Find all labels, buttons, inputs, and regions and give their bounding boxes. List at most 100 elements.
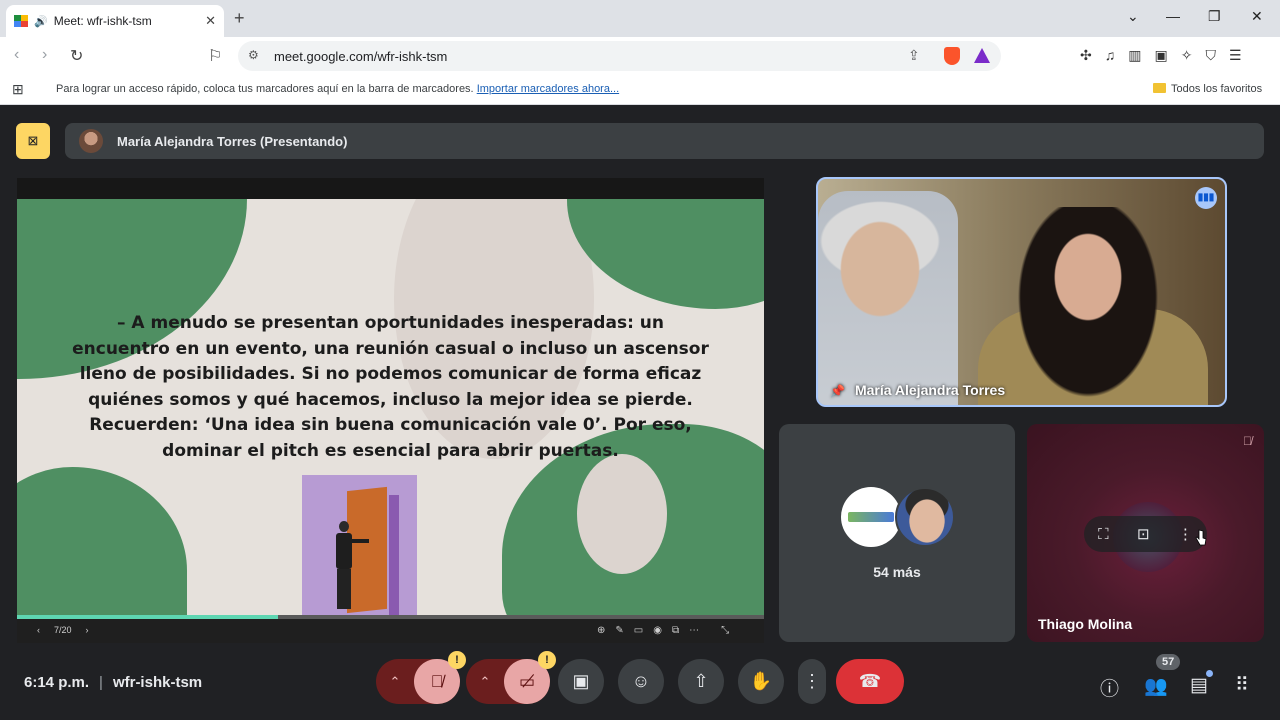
frame-icon[interactable]: ⛶ — [1098, 526, 1109, 543]
meeting-details-icon[interactable]: ⓘ — [1100, 674, 1119, 701]
reload-icon[interactable]: ↻ — [70, 46, 83, 66]
wallet-icon[interactable]: ▣ — [1154, 47, 1167, 64]
presenter-avatar — [79, 129, 103, 153]
brave-rewards-icon[interactable] — [974, 48, 990, 63]
slide-blob — [577, 454, 667, 574]
apps-grid-icon[interactable]: ⊞ — [12, 81, 24, 98]
participant-name: María Alejandra Torres — [854, 382, 1006, 398]
brave-shields-icon[interactable] — [944, 47, 960, 65]
more-options-button[interactable]: ⋮ — [798, 659, 826, 704]
camera-warning-icon: ! — [538, 651, 556, 669]
participant-video-person — [818, 191, 958, 405]
tile-hover-controls: ⛶ ⊡ ⋮ — [1084, 516, 1207, 552]
leo-ai-icon[interactable]: ✧ — [1181, 47, 1193, 64]
exit-fullscreen-icon[interactable]: ⤡ — [721, 625, 729, 636]
call-controls-bar: 6:14 p.m. | wfr-ishk-tsm ⌃ 🎙̸ ! ⌃ ▭̸ ! ▣ ☺… — [0, 650, 1280, 720]
separator: | — [99, 674, 103, 691]
new-tab-button[interactable]: + — [234, 8, 245, 29]
more-participants-label: 54 más — [873, 564, 921, 580]
prev-slide-icon[interactable]: ‹ — [37, 625, 40, 635]
import-bookmarks-link[interactable]: Importar marcadores ahora... — [477, 83, 619, 95]
sidebar-icon[interactable]: ▥ — [1128, 47, 1141, 64]
raise-hand-button[interactable]: ✋ — [738, 659, 784, 704]
emoji-button[interactable]: ☺ — [618, 659, 664, 704]
participant-avatar — [895, 487, 955, 547]
mic-warning-icon: ! — [448, 651, 466, 669]
participant-tile-maria[interactable]: ▮▮▮ 📌 María Alejandra Torres — [816, 177, 1227, 407]
meeting-code: wfr-ishk-tsm — [112, 674, 203, 691]
pin-icon: 📌 — [830, 384, 845, 398]
presenter-bar: María Alejandra Torres (Presentando) — [65, 123, 1264, 159]
clock: 6:14 p.m. — [24, 674, 90, 691]
speaking-indicator-icon: ▮▮▮ — [1195, 187, 1217, 209]
leave-call-button[interactable]: ☎ — [836, 659, 904, 704]
captions-small-icon[interactable]: ▭ — [634, 625, 643, 636]
mic-muted-icon: 🎙̸ — [1243, 434, 1252, 448]
all-bookmarks-button[interactable]: Todos los favoritos — [1153, 83, 1262, 95]
hangup-icon: ☎ — [858, 671, 882, 691]
slide: – A menudo se presentan oportunidades in… — [17, 199, 764, 619]
raise-hand-icon: ✋ — [749, 671, 773, 691]
participants-count-badge: 57 — [1156, 654, 1181, 670]
next-slide-icon[interactable]: › — [86, 625, 89, 635]
activities-icon[interactable]: ⠿ — [1235, 674, 1249, 697]
present-icon: ⇧ — [693, 671, 709, 691]
minimize-icon[interactable]: — — [1166, 8, 1180, 24]
mic-options-chevron-icon[interactable]: ⌃ — [376, 674, 414, 690]
site-info-icon[interactable]: ⚙ — [248, 48, 259, 62]
participant-tile-thiago[interactable]: 🎙̸ ⛶ ⊡ ⋮ Thiago Molina — [1027, 424, 1264, 642]
browser-tab-bar: 🔊 Meet: wfr-ishk-tsm ✕ + ⌄ — ❐ ✕ — [0, 0, 1280, 37]
camera-control: ⌃ ▭̸ ! — [466, 651, 556, 704]
participant-avatar — [841, 487, 901, 547]
slide-blob — [17, 467, 187, 619]
chat-icon[interactable]: ▤ — [1190, 674, 1208, 697]
captions-icon: ▣ — [572, 671, 590, 691]
close-window-icon[interactable]: ✕ — [1251, 8, 1263, 25]
menu-icon[interactable]: ☰ — [1229, 47, 1242, 64]
bookmarks-hint: Para lograr un acceso rápido, coloca tus… — [56, 83, 474, 95]
forward-icon[interactable]: › — [42, 46, 47, 64]
bookmarks-message: Para lograr un acceso rápido, coloca tus… — [56, 83, 619, 95]
present-button[interactable]: ⇧ — [678, 659, 724, 704]
browser-toolbar: ‹ › ↻ ⚐ ⚙ meet.google.com/wfr-ishk-tsm ⇪… — [0, 37, 1280, 75]
restore-icon[interactable]: ❐ — [1208, 8, 1221, 25]
chevron-down-icon[interactable]: ⌄ — [1127, 8, 1139, 25]
close-tab-icon[interactable]: ✕ — [205, 13, 216, 29]
chat-notification-dot — [1206, 670, 1213, 677]
extensions-icon[interactable]: ✣ — [1080, 47, 1092, 64]
participant-video-person — [1008, 207, 1168, 405]
back-icon[interactable]: ‹ — [14, 46, 19, 64]
address-bar[interactable]: ⚙ meet.google.com/wfr-ishk-tsm ⇪ — [238, 41, 1001, 71]
camera-options-chevron-icon[interactable]: ⌃ — [466, 674, 504, 690]
share-icon[interactable]: ⇪ — [908, 47, 920, 64]
presenter-name: María Alejandra Torres (Presentando) — [117, 134, 348, 149]
bookmark-icon[interactable]: ⚐ — [208, 46, 222, 66]
door-illustration-frame — [389, 495, 399, 615]
people-icon[interactable]: 👥 — [1144, 674, 1168, 698]
participant-name: Thiago Molina — [1038, 616, 1133, 632]
meet-call: ⊠ María Alejandra Torres (Presentando) –… — [0, 106, 1280, 720]
all-bookmarks-label: Todos los favoritos — [1171, 83, 1263, 95]
media-icon[interactable]: ♫ — [1105, 47, 1116, 64]
more-slide-options-icon[interactable]: ⋯ — [689, 625, 699, 636]
slide-blob — [567, 199, 764, 309]
hand-cursor-icon — [1195, 529, 1207, 546]
tab-title: Meet: wfr-ishk-tsm — [53, 14, 152, 28]
url-text: meet.google.com/wfr-ishk-tsm — [274, 49, 448, 64]
tile-more-options-icon[interactable]: ⋮ — [1178, 525, 1193, 543]
bookmarks-bar: ⊞ Para lograr un acceso rápido, coloca t… — [0, 75, 1280, 105]
audio-icon[interactable]: ◉ — [653, 625, 662, 636]
more-participants-tile[interactable]: 54 más — [779, 424, 1015, 642]
zoom-icon[interactable]: ⊕ — [597, 625, 605, 636]
browser-tab[interactable]: 🔊 Meet: wfr-ishk-tsm ✕ — [6, 5, 224, 37]
copy-icon[interactable]: ⧉ — [672, 625, 679, 636]
pen-icon[interactable]: ✎ — [615, 625, 623, 636]
vpn-icon[interactable]: ⛉ — [1205, 47, 1216, 64]
slide-controls: ‹ 7/20 › ⊕ ✎ ▭ ◉ ⧉ ⋯ ⤡ — [17, 619, 764, 643]
meet-favicon — [14, 15, 28, 27]
folder-icon — [1153, 83, 1166, 93]
captions-button[interactable]: ▣ — [558, 659, 604, 704]
add-to-screen-icon[interactable]: ⊡ — [1137, 525, 1150, 543]
stop-presenting-icon[interactable]: ⊠ — [16, 123, 50, 159]
presentation-area: – A menudo se presentan oportunidades in… — [17, 178, 764, 643]
